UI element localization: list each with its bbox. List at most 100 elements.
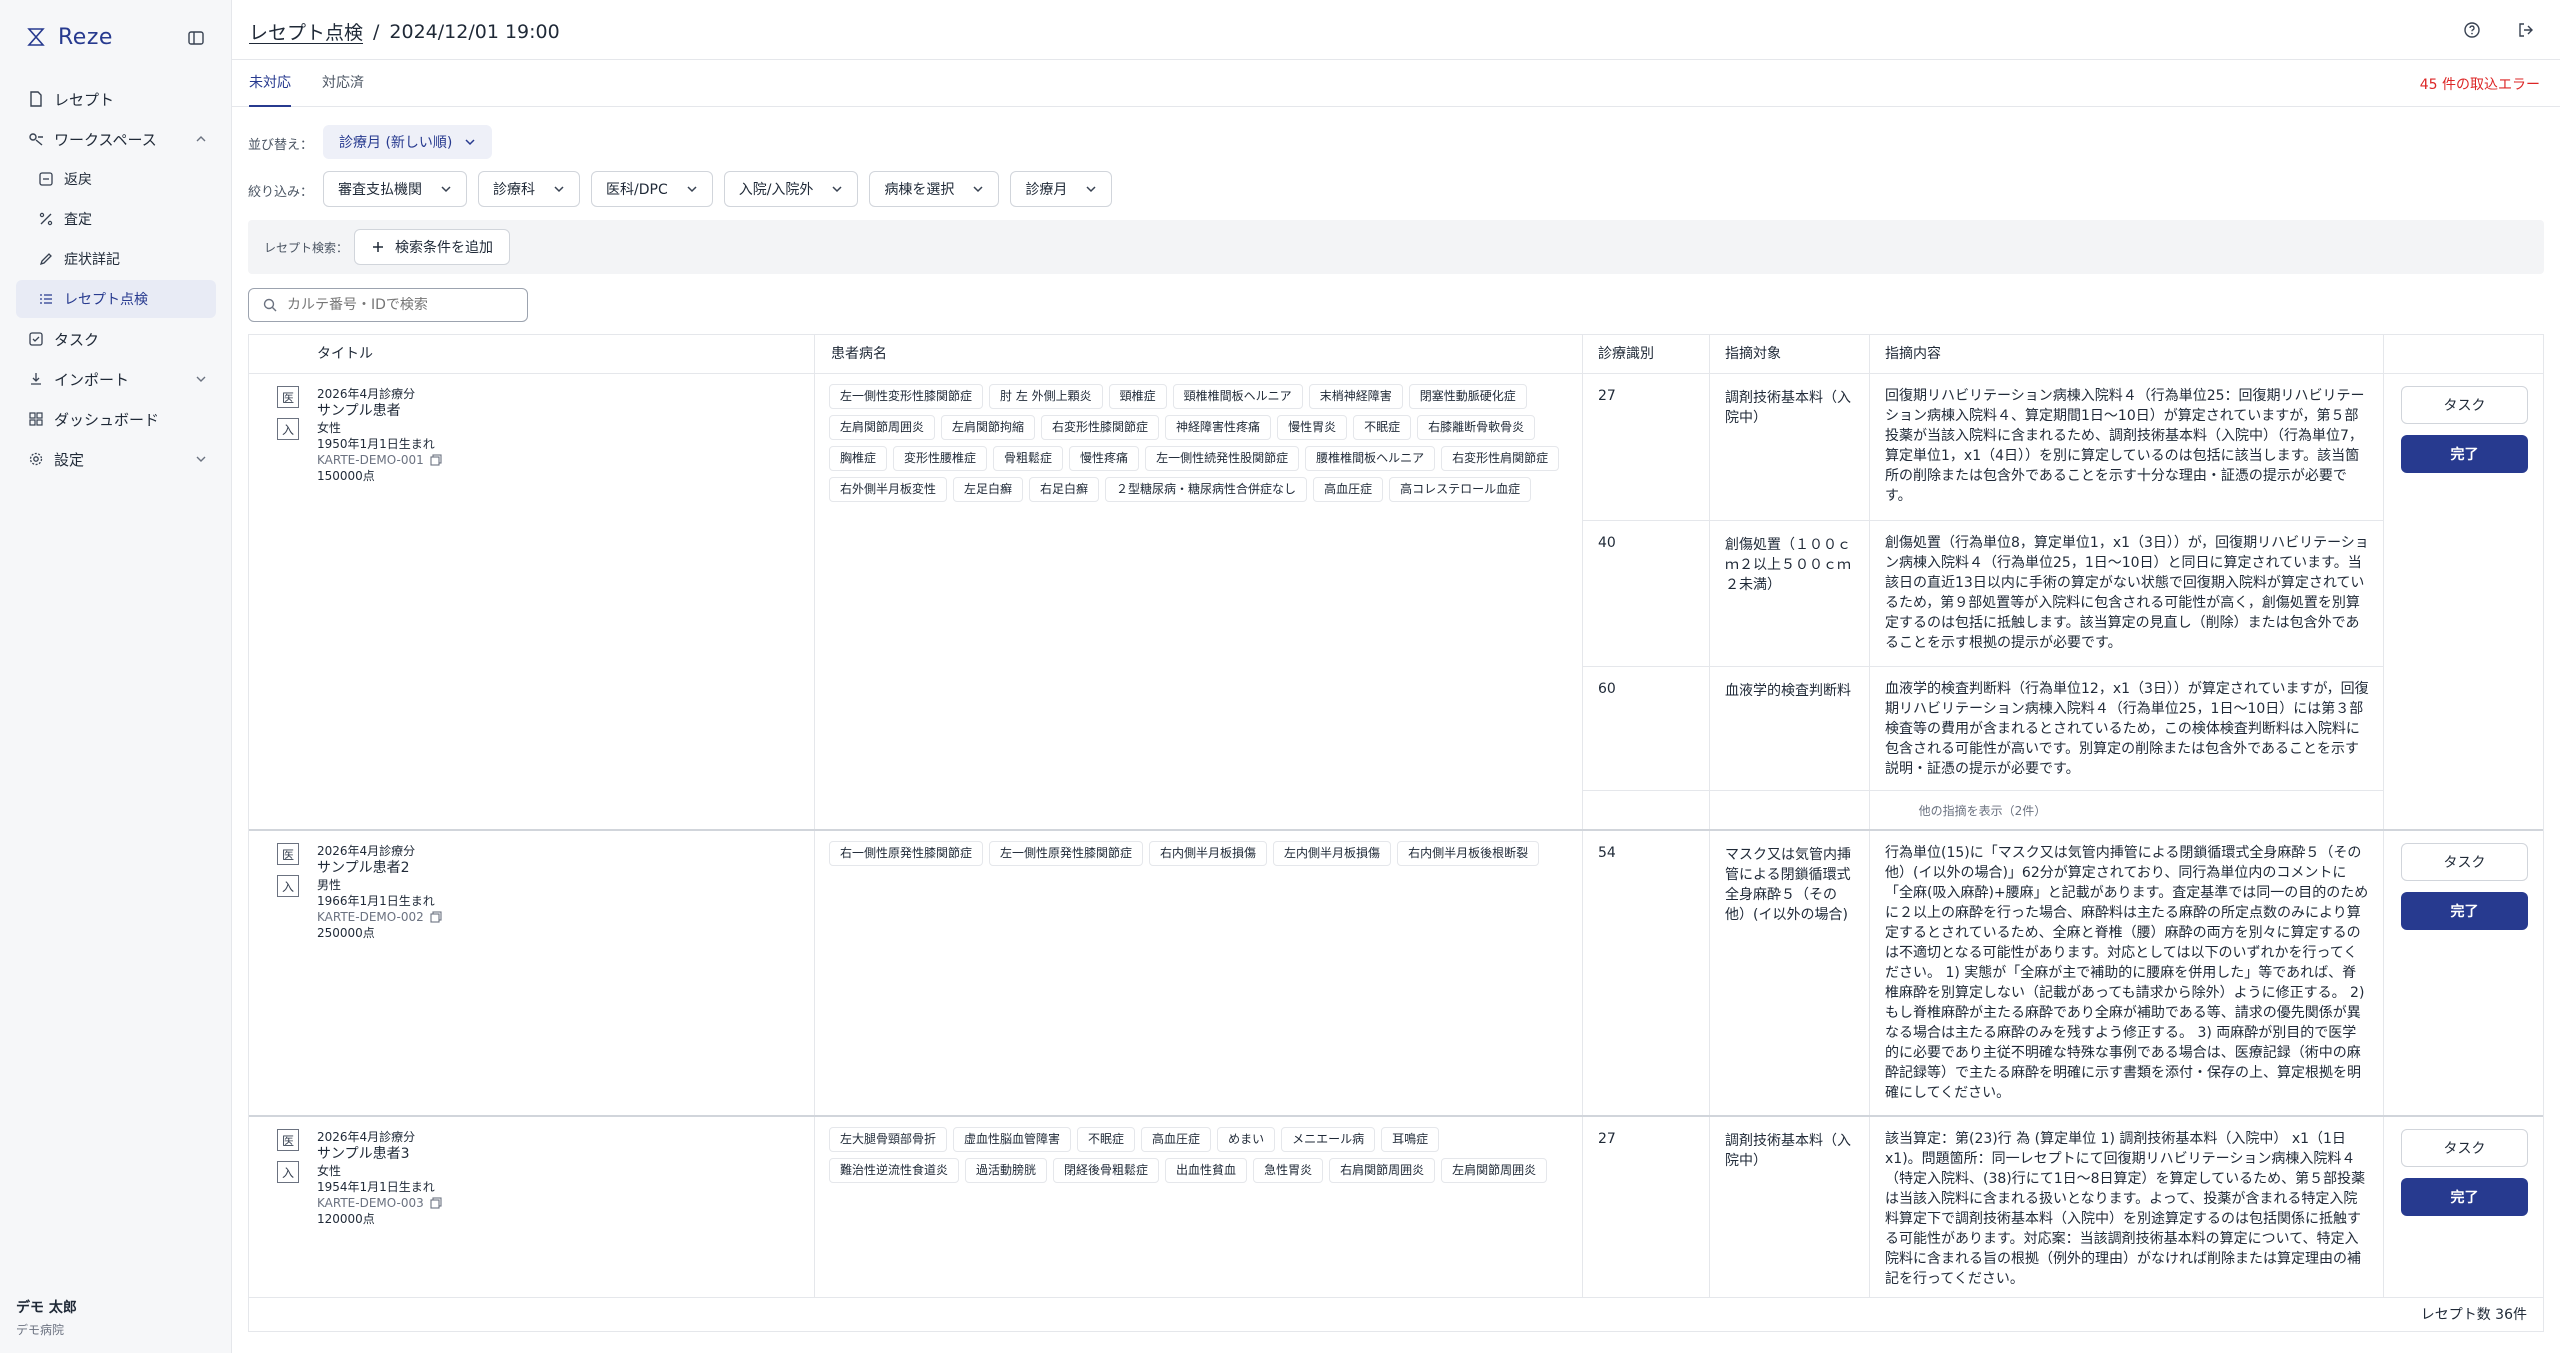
disease-chip: 閉経後骨粗鬆症 [1053,1158,1160,1183]
treatment-month: 2026年4月診療分 [317,387,416,401]
filter-ward[interactable]: 病棟を選択 [869,171,1000,207]
sort-label: 並び替え： [248,138,314,153]
karte-search-input[interactable] [287,297,507,313]
disease-chip: 左内側半月板損傷 [1273,841,1392,866]
sidebar-item-receipt-check[interactable]: レセプト点検 [16,280,216,318]
complete-button[interactable]: 完了 [2401,892,2528,930]
patient-sex: 女性 [317,421,342,435]
reze-logo-icon [27,28,45,46]
app-logo[interactable]: Reze [24,22,113,52]
breadcrumb-link[interactable]: レセプト点検 [249,18,363,45]
total-points: 120000点 [317,1212,375,1226]
import-error-link[interactable]: 45 件の取込エラー [2420,74,2540,94]
sidebar-item-import[interactable]: インポート [16,360,216,398]
disease-chip: 出血性貧血 [1165,1158,1248,1183]
copy-icon[interactable] [430,911,442,923]
sidebar-item-receipt[interactable]: レセプト [16,80,216,118]
disease-chip: 頸椎椎間板ヘルニア [1172,384,1303,409]
copy-icon[interactable] [430,1197,442,1209]
user-profile[interactable]: デモ 太郎 デモ病院 [16,1297,77,1338]
disease-chip: 左一側性続発性股関節症 [1145,446,1300,471]
issue-content: 回復期リハビリテーション病棟入院料４（行為単位25：回復期リハビリテーション病棟… [1885,388,2365,504]
complete-button[interactable]: 完了 [2401,1178,2528,1216]
patient-sex: 女性 [317,1164,342,1178]
task-button[interactable]: タスク [2401,386,2528,424]
sidebar-item-label: 返戻 [64,172,92,188]
sidebar-item-dashboard[interactable]: ダッシュボード [16,400,216,438]
tab-unhandled[interactable]: 未対応 [249,60,291,107]
karte-search-field[interactable] [248,288,528,322]
treatment-month: 2026年4月診療分 [317,1130,416,1144]
column-header-code: 診療識別 [1598,346,1654,362]
complete-button[interactable]: 完了 [2401,435,2528,473]
issue-target: マスク又は気管内挿管による閉鎖循環式全身麻酔５（その他）(イ以外の場合) [1725,847,1851,923]
filter-label: 絞り込み： [248,185,314,200]
help-icon [2464,22,2480,38]
sidebar-item-return[interactable]: 返戻 [16,160,216,198]
disease-chip: 右内側半月板損傷 [1149,841,1268,866]
show-more-issues-link[interactable]: 他の指摘を表示（2件） [1582,791,2383,831]
table-header: タイトル 患者病名 診療識別 指摘対象 指摘内容 [249,335,2543,374]
sidebar-toggle-button[interactable] [184,26,208,50]
disease-chip: 左一側性変形性膝関節症 [829,384,984,409]
disease-chip: 右変形性肩関節症 [1441,446,1560,471]
sidebar-item-task[interactable]: タスク [16,320,216,358]
import-icon [28,371,44,387]
issue-code: 60 [1598,681,1616,697]
add-search-condition-button[interactable]: 検索条件を追加 [354,229,510,265]
sidebar-item-settings[interactable]: 設定 [16,440,216,478]
disease-chip: 右内側半月板後根断裂 [1397,841,1540,866]
disease-chip: 急性胃炎 [1253,1158,1324,1183]
sidebar-item-symptom-details[interactable]: 症状詳記 [16,240,216,278]
table-row[interactable]: 医 入 2026年4月診療分 サンプル患者 女性 1950年1月1日生まれ KA… [249,374,2543,831]
table-row[interactable]: 医 入 2026年4月診療分 サンプル患者3 女性 1954年1月1日生まれ K… [249,1117,2543,1297]
filter-label-text: 審査支払機関 [338,182,422,198]
user-org: デモ病院 [16,1323,65,1337]
disease-chip: 不眠症 [1077,1127,1136,1152]
sidebar-item-assessment[interactable]: 査定 [16,200,216,238]
disease-chip: めまい [1217,1127,1276,1152]
sidebar-item-label: ダッシュボード [54,410,160,429]
filter-department[interactable]: 診療科 [478,171,580,207]
task-button[interactable]: タスク [2401,843,2528,881]
logout-button[interactable] [2512,16,2540,44]
issue-content: 行為単位(15)に「マスク又は気管内挿管による閉鎖循環式全身麻酔５（その他）(イ… [1885,845,2369,1101]
task-button[interactable]: タスク [2401,1129,2528,1167]
return-icon [38,171,54,187]
document-icon [28,91,44,107]
disease-chip: 腰椎椎間板ヘルニア [1305,446,1436,471]
patient-name: サンプル患者2 [317,860,410,876]
disease-chip: 左肩関節拘縮 [941,415,1036,440]
filter-payer[interactable]: 審査支払機関 [323,171,467,207]
record-badges: 医 入 [277,1129,299,1193]
user-name: デモ 太郎 [16,1300,77,1316]
filter-inpatient[interactable]: 入院/入院外 [723,171,859,207]
filter-label-text: 医科/DPC [606,182,668,198]
disease-chip: 慢性疼痛 [1069,446,1140,471]
chevron-down-icon [554,186,564,193]
filter-month[interactable]: 診療月 [1010,171,1113,207]
logout-icon [2519,23,2533,37]
chevron-down-icon [441,186,451,193]
disease-chip: 耳鳴症 [1381,1127,1440,1152]
disease-chip: 頸椎症 [1108,384,1167,409]
karte-number: KARTE-DEMO-002 [317,909,442,925]
issue-item: 60 血液学的検査判断料 血液学的検査判断料（行為単位12，x1（3日））が算定… [1582,667,2383,791]
total-points: 150000点 [317,469,375,483]
disease-chip: 右一側性原発性膝関節症 [829,841,984,866]
sidebar-item-workspace[interactable]: ワークスペース [16,120,216,158]
tab-handled[interactable]: 対応済 [322,60,364,107]
filter-label-text: 診療科 [493,182,535,198]
copy-icon[interactable] [430,454,442,466]
table-row[interactable]: 医 入 2026年4月診療分 サンプル患者2 男性 1966年1月1日生まれ K… [249,831,2543,1117]
disease-chip: 高血圧症 [1313,477,1384,502]
sort-dropdown[interactable]: 診療月 (新しい順) [323,125,493,159]
gear-icon [28,451,44,467]
record-badges: 医 入 [277,386,299,450]
help-button[interactable] [2458,16,2486,44]
search-label: レセプト検索： [264,241,349,255]
disease-chip: メニエール病 [1281,1127,1376,1152]
issue-item: 40 創傷処置（１００ｃｍ２以上５００ｃｍ２未満） 創傷処置（行為単位8，算定単… [1582,521,2383,667]
filter-medical-dpc[interactable]: 医科/DPC [591,171,713,207]
workspace-icon [28,131,44,147]
